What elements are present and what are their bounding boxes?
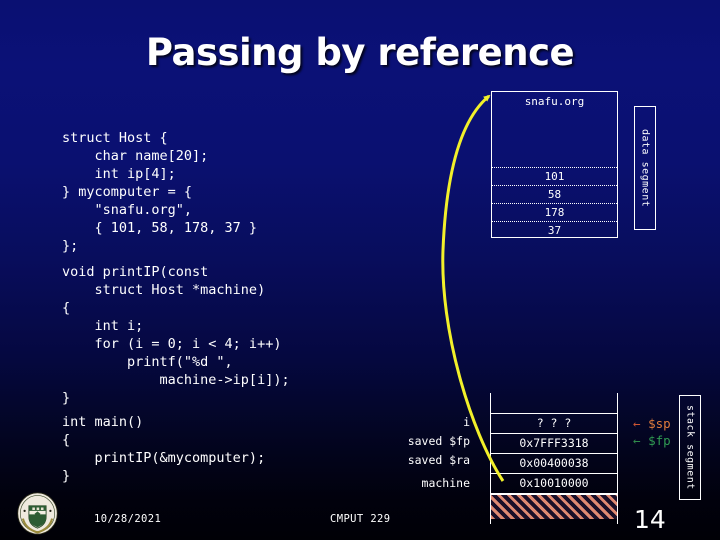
fp-arrow-icon: ← xyxy=(633,433,641,448)
footer-date: 10/28/2021 xyxy=(94,513,162,525)
data-segment-box: snafu.org 101 58 178 37 xyxy=(491,91,618,238)
data-segment-ip-cell-2: 178 xyxy=(492,204,617,222)
data-segment-ip-cell-1: 58 xyxy=(492,186,617,204)
stack-segment-box: ? ? ? 0x7FFF3318 0x00400038 0x10010000 xyxy=(490,393,618,524)
fp-register-label: $fp xyxy=(648,433,671,448)
footer-course: CMPUT 229 xyxy=(330,513,391,525)
stack-pointer-sp-marker: ← $sp xyxy=(633,416,671,431)
stack-cell-saved-fp: 0x7FFF3318 xyxy=(491,433,617,454)
code-block-struct: struct Host { char name[20]; int ip[4]; … xyxy=(62,129,258,254)
stack-label-saved-ra: saved $ra xyxy=(407,453,470,467)
data-segment-ip-cell-0: 101 xyxy=(492,168,617,186)
stack-segment-label: stack segment xyxy=(679,395,701,500)
stack-cell-saved-ra: 0x00400038 xyxy=(491,453,617,474)
stack-cell-i: ? ? ? xyxy=(491,413,617,434)
sp-arrow-icon: ← xyxy=(633,416,641,431)
data-segment-label-text: data segment xyxy=(639,128,651,208)
stack-cell-machine: 0x10010000 xyxy=(491,473,617,494)
stack-segment-label-text: stack segment xyxy=(684,405,696,490)
code-block-main: int main() { printIP(&mycomputer); } xyxy=(62,413,266,484)
code-block-printip: void printIP(const struct Host *machine)… xyxy=(62,263,290,406)
sp-register-label: $sp xyxy=(648,416,671,431)
stack-label-saved-fp: saved $fp xyxy=(407,434,470,448)
stack-label-machine: machine xyxy=(421,476,470,490)
page-title: Passing by reference xyxy=(145,31,575,74)
frame-pointer-fp-marker: ← $fp xyxy=(633,433,671,448)
data-segment-name-cell: snafu.org xyxy=(492,92,617,168)
slide-canvas: Passing by reference struct Host { char … xyxy=(0,0,720,540)
slide-page-number: 14 xyxy=(634,505,666,534)
data-segment-ip-cell-3: 37 xyxy=(547,224,562,237)
data-segment-label: data segment xyxy=(634,106,656,230)
university-of-alberta-crest-logo xyxy=(17,492,58,535)
stack-label-i: i xyxy=(463,415,470,429)
stack-rail-right xyxy=(617,393,618,524)
stack-unused-hatch-region xyxy=(491,494,617,519)
